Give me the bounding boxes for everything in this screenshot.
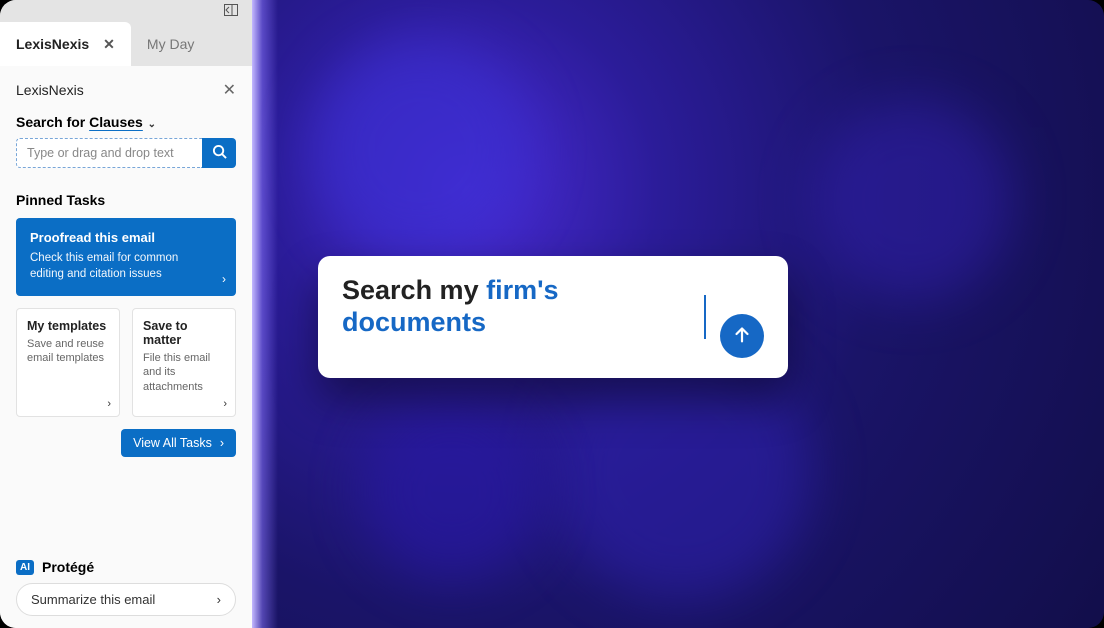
panel-body: LexisNexis ✕ Search for Clauses ⌄ Pinned…	[0, 66, 252, 628]
search-label: Search for Clauses ⌄	[16, 114, 236, 130]
hero-prefix: Search my	[342, 275, 486, 305]
tab-label: LexisNexis	[16, 36, 89, 52]
search-icon	[212, 144, 227, 162]
chevron-right-icon: ›	[222, 272, 226, 286]
bokeh-blob	[552, 340, 812, 600]
bokeh-blob	[812, 100, 1012, 300]
card-title: My templates	[27, 319, 109, 333]
close-icon[interactable]: ✕	[223, 80, 236, 100]
view-all-row: View All Tasks ›	[16, 429, 236, 457]
panel-header: LexisNexis ✕	[16, 80, 236, 100]
hero-search-card[interactable]: Search my firm's documents	[318, 256, 788, 378]
search-target-dropdown[interactable]: Clauses	[89, 114, 143, 130]
main-hero: Search my firm's documents	[252, 0, 1104, 628]
pinned-tasks-title: Pinned Tasks	[16, 192, 236, 208]
chevron-right-icon: ›	[217, 592, 221, 607]
panel-title: LexisNexis	[16, 82, 84, 98]
chevron-right-icon: ›	[220, 436, 224, 450]
card-desc: File this email and its attachments	[143, 351, 225, 394]
search-row	[16, 138, 236, 168]
summarize-email-button[interactable]: Summarize this email ›	[16, 583, 236, 616]
close-icon[interactable]: ✕	[103, 36, 115, 53]
tab-lexisnexis[interactable]: LexisNexis ✕	[0, 22, 131, 66]
pinned-task-title: Proofread this email	[30, 230, 222, 245]
card-save-to-matter[interactable]: Save to matter File this email and its a…	[132, 308, 236, 417]
mini-cards-row: My templates Save and reuse email templa…	[16, 308, 236, 417]
pinned-task-proofread[interactable]: Proofread this email Check this email fo…	[16, 218, 236, 296]
text-cursor	[704, 295, 706, 339]
left-glow	[252, 0, 278, 628]
sidebar: LexisNexis ✕ My Day LexisNexis ✕ Search …	[0, 0, 252, 628]
ai-badge: AI	[16, 560, 34, 575]
hero-text: Search my firm's documents	[342, 274, 686, 339]
tab-my-day[interactable]: My Day	[131, 22, 210, 66]
chevron-down-icon[interactable]: ⌄	[145, 119, 156, 130]
submit-button[interactable]	[720, 314, 764, 358]
view-all-label: View All Tasks	[133, 436, 212, 450]
tabs-row: LexisNexis ✕ My Day	[0, 22, 252, 66]
sidebar-topbar	[0, 0, 252, 22]
card-title: Save to matter	[143, 319, 225, 347]
popout-icon[interactable]	[224, 3, 238, 15]
card-desc: Save and reuse email templates	[27, 337, 109, 366]
search-input[interactable]	[16, 138, 202, 168]
summarize-label: Summarize this email	[31, 592, 155, 607]
card-my-templates[interactable]: My templates Save and reuse email templa…	[16, 308, 120, 417]
tab-label: My Day	[147, 36, 194, 52]
protege-label: Protégé	[42, 559, 94, 575]
chevron-right-icon: ›	[223, 398, 227, 410]
pinned-task-desc: Check this email for common editing and …	[30, 251, 222, 282]
search-button[interactable]	[202, 138, 236, 168]
search-label-prefix: Search for	[16, 114, 89, 130]
view-all-tasks-button[interactable]: View All Tasks ›	[121, 429, 236, 457]
chevron-right-icon: ›	[107, 398, 111, 410]
arrow-up-icon	[731, 323, 753, 350]
protege-header: AI Protégé	[16, 559, 236, 575]
bokeh-blob	[312, 40, 532, 260]
app-frame: LexisNexis ✕ My Day LexisNexis ✕ Search …	[0, 0, 1104, 628]
bokeh-blob	[362, 400, 542, 580]
